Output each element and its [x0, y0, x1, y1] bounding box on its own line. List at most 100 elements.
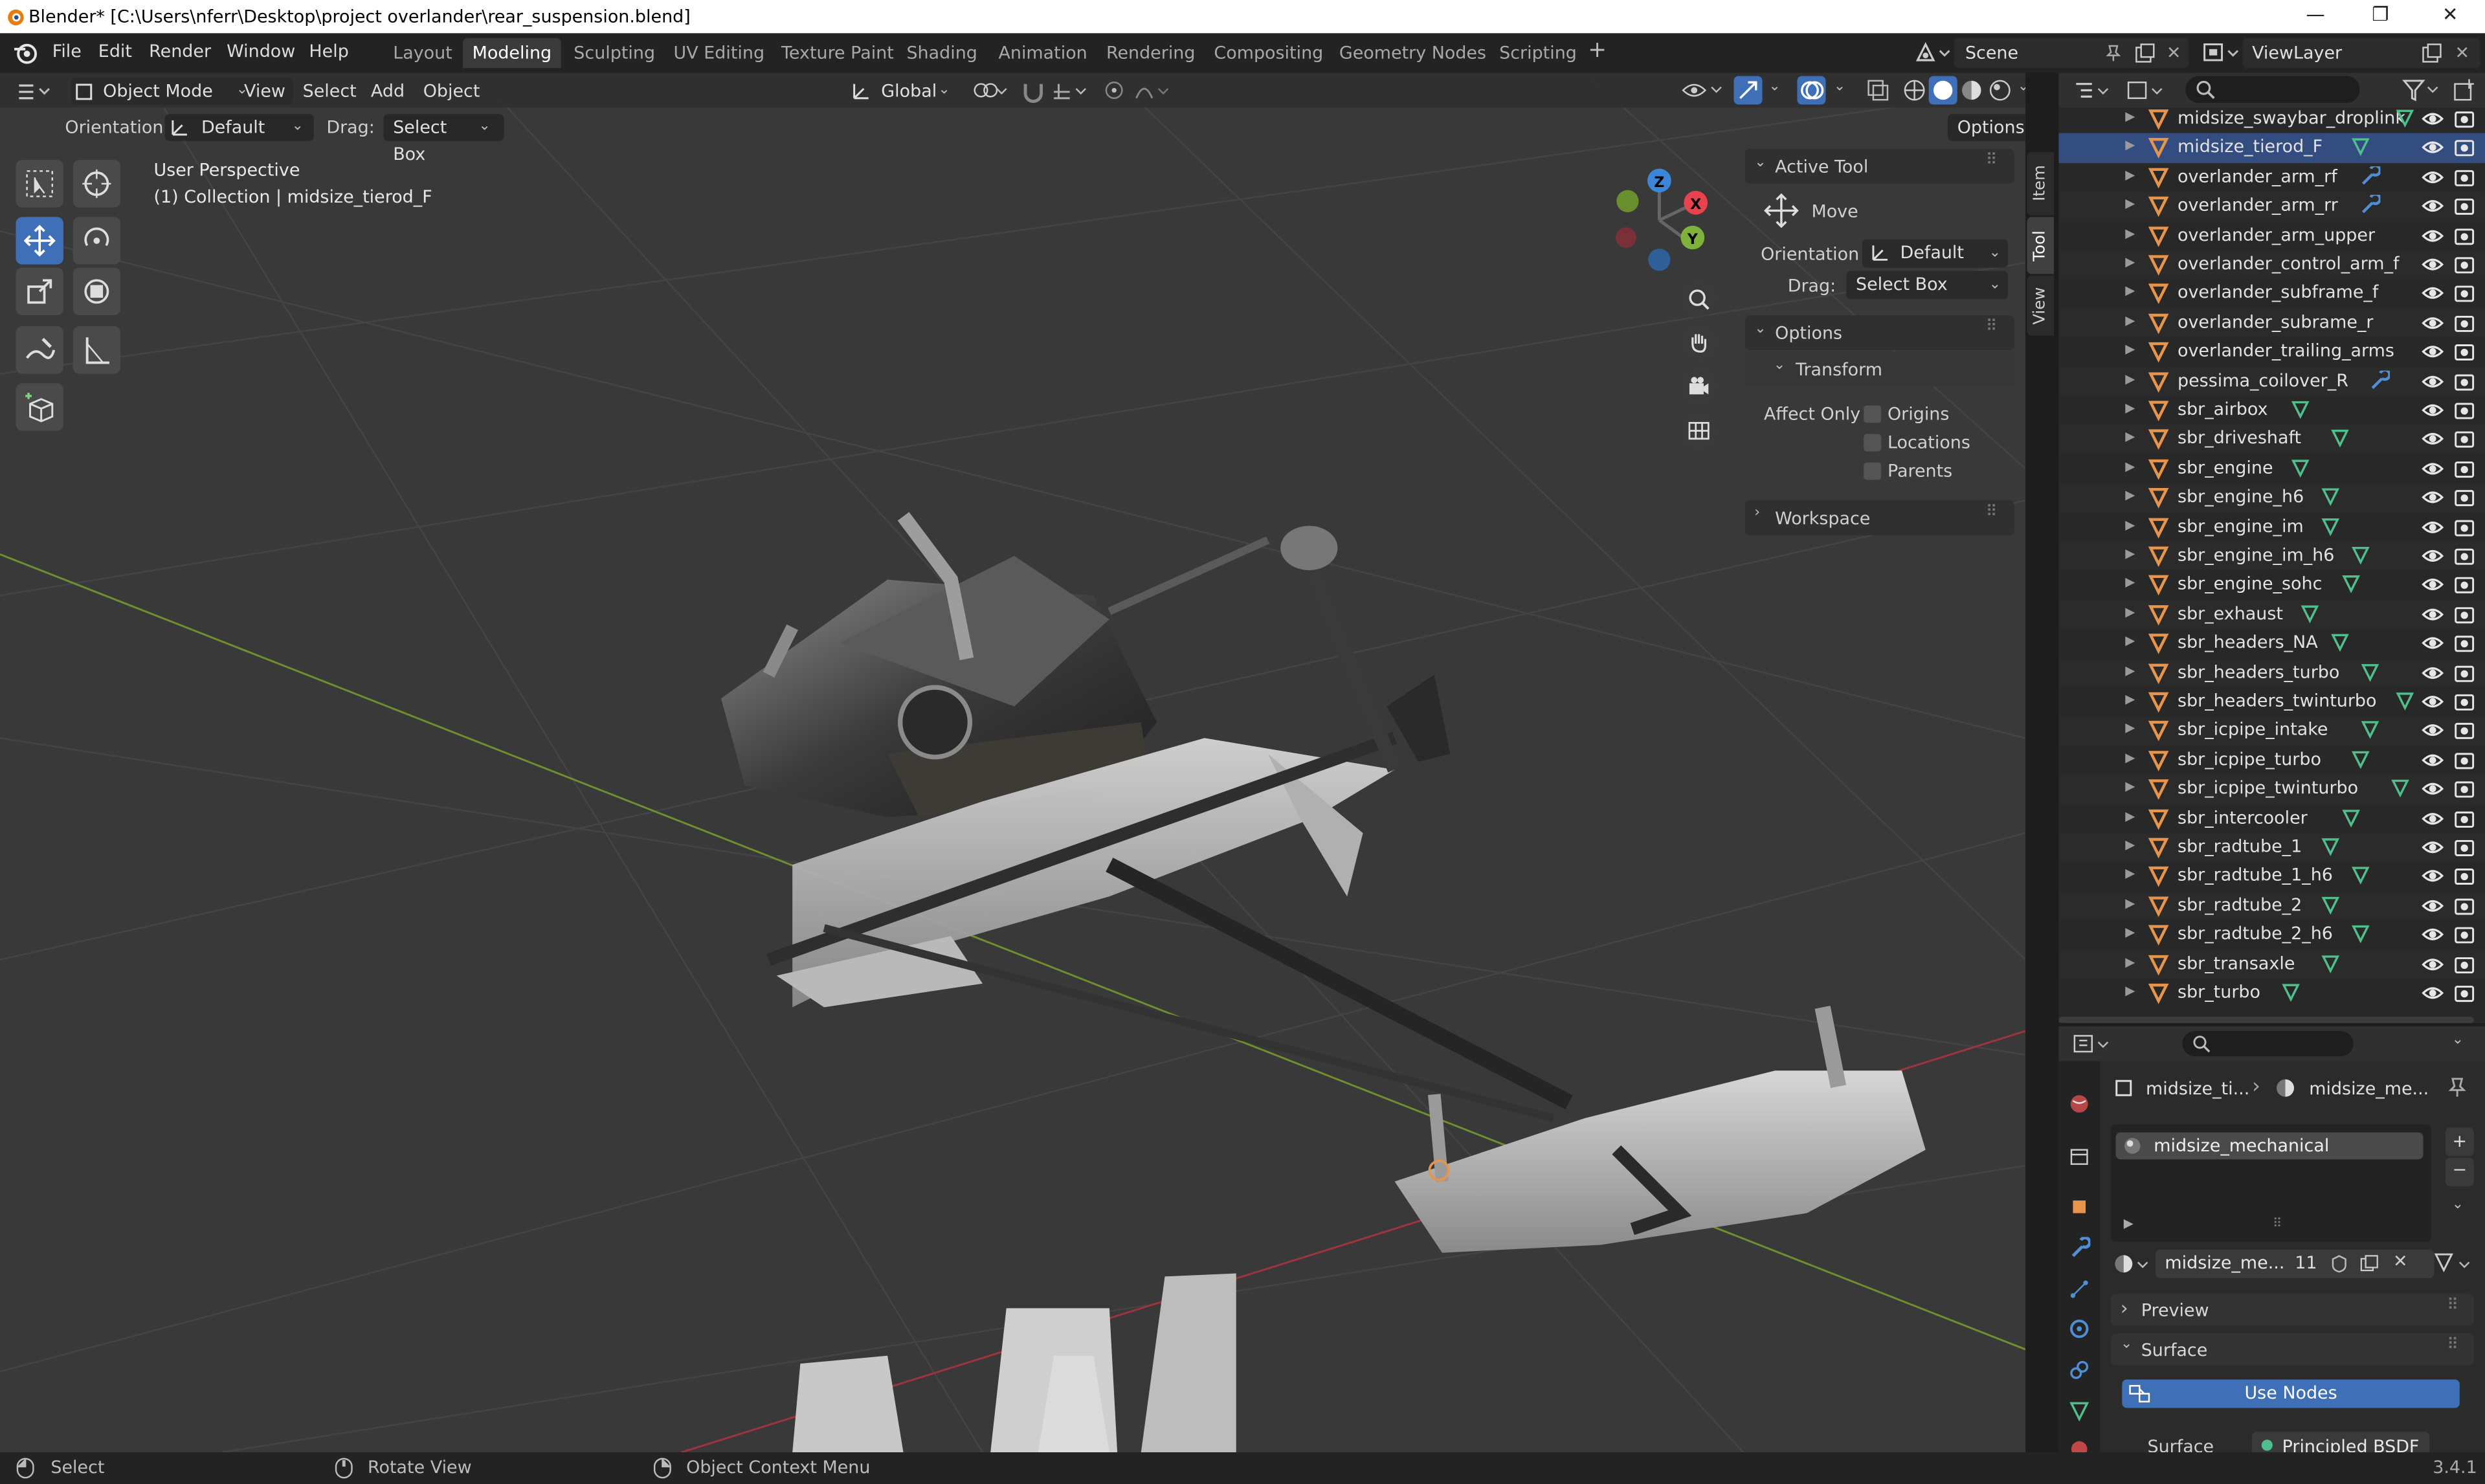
surface-shader-field[interactable]: Principled BSDF — [2252, 1432, 2430, 1453]
scene-selector-icon[interactable] — [1915, 41, 1953, 65]
tab-item[interactable]: Item — [2027, 151, 2055, 216]
eye-icon[interactable] — [2422, 137, 2444, 159]
expand-toggle-icon[interactable]: ▶ — [2125, 984, 2135, 998]
blender-menu-icon[interactable] — [13, 41, 38, 65]
tab-tool[interactable]: Tool — [2027, 217, 2055, 274]
expand-toggle-icon[interactable]: ▶ — [2125, 109, 2135, 124]
outliner-scrollbar[interactable] — [2058, 1017, 2474, 1023]
tab-data[interactable] — [2065, 1397, 2093, 1425]
expand-toggle-icon[interactable]: ▶ — [2125, 517, 2135, 531]
rendered-shading-icon[interactable] — [1987, 78, 2012, 103]
snap-target-icon[interactable] — [1051, 79, 1092, 103]
snap-toggle-icon[interactable] — [1021, 78, 1046, 104]
rear-subframe-model[interactable] — [1394, 1006, 1926, 1253]
outliner-row[interactable]: ▶ sbr_engine — [2058, 454, 2485, 483]
render-camera-icon[interactable] — [2453, 399, 2475, 421]
eye-icon[interactable] — [2422, 195, 2444, 217]
workspace-header[interactable]: › Workspace ⠿ — [1744, 500, 2014, 536]
expand-toggle-icon[interactable]: ▶ — [2125, 838, 2135, 852]
outliner-row[interactable]: ▶ sbr_radtube_1_h6 — [2058, 862, 2485, 891]
properties-editor-icon[interactable] — [2073, 1033, 2114, 1057]
render-camera-icon[interactable] — [2453, 283, 2475, 305]
surface-panel-header[interactable]: ⌄ Surface ⠿ — [2111, 1333, 2474, 1366]
eye-icon[interactable] — [2422, 691, 2444, 713]
mesh-data-icon[interactable] — [2350, 924, 2370, 944]
mesh-data-icon[interactable] — [2360, 720, 2381, 740]
expand-toggle-icon[interactable]: ▶ — [2125, 313, 2135, 327]
use-nodes-button[interactable]: Use Nodes — [2122, 1379, 2460, 1408]
menu-object[interactable]: Object — [423, 78, 480, 105]
expand-toggle-icon[interactable]: ▶ — [2125, 488, 2135, 502]
new-view-layer-icon[interactable] — [2422, 43, 2442, 63]
outliner-row[interactable]: ▶ overlander_arm_rr — [2058, 192, 2485, 221]
headers-model[interactable] — [792, 1273, 1236, 1453]
eye-icon[interactable] — [2422, 254, 2444, 276]
eye-icon[interactable] — [2422, 894, 2444, 916]
render-camera-icon[interactable] — [2453, 807, 2475, 829]
render-camera-icon[interactable] — [2453, 749, 2475, 771]
render-camera-icon[interactable] — [2453, 953, 2475, 975]
link-type-icon[interactable] — [2433, 1251, 2477, 1276]
render-camera-icon[interactable] — [2453, 545, 2475, 567]
expand-toggle-icon[interactable]: ▶ — [2125, 226, 2135, 240]
mesh-data-icon[interactable] — [2350, 749, 2370, 770]
eye-icon[interactable] — [2422, 225, 2444, 247]
outliner-item-name[interactable]: sbr_intercooler — [2178, 807, 2308, 828]
outliner-row[interactable]: ▶ sbr_driveshaft — [2058, 425, 2485, 454]
filter-icon[interactable] — [2401, 78, 2442, 103]
duplicate-material-icon[interactable] — [2360, 1254, 2379, 1273]
camera-view-button[interactable] — [1680, 367, 1719, 406]
mesh-data-icon[interactable] — [2340, 807, 2361, 828]
outliner-row[interactable]: ▶ overlander_subrame_r — [2058, 308, 2485, 338]
material-preview-icon[interactable] — [1959, 78, 1984, 103]
expand-toggle-icon[interactable]: ▶ — [2125, 371, 2135, 386]
proportional-falloff-icon[interactable] — [1133, 79, 1175, 103]
render-camera-icon[interactable] — [2453, 691, 2475, 713]
3d-viewport[interactable]: Object Mode ⌄ View Select Add Object Glo… — [0, 72, 2025, 1453]
expand-toggle-icon[interactable]: ▶ — [2125, 284, 2135, 298]
outliner-row[interactable]: ▶ sbr_headers_turbo — [2058, 658, 2485, 688]
tab-modifiers[interactable] — [2065, 1234, 2093, 1262]
outliner-row[interactable]: ▶ sbr_headers_twinturbo — [2058, 687, 2485, 716]
overlays-toggle-button[interactable] — [1797, 76, 1826, 105]
xray-toggle-icon[interactable] — [1866, 78, 1891, 103]
npanel-orientation-dropdown[interactable]: Default ⌄ — [1862, 239, 2009, 268]
add-cube-tool[interactable] — [16, 383, 63, 431]
eye-icon[interactable] — [2422, 632, 2444, 654]
material-slot-item[interactable]: midsize_mechanical — [2115, 1132, 2424, 1160]
transform-tool[interactable] — [72, 267, 121, 315]
eye-icon[interactable] — [2422, 312, 2444, 334]
tab-compositing[interactable]: Compositing — [1205, 38, 1333, 68]
minimize-button[interactable]: — — [2291, 3, 2339, 25]
outliner-item-name[interactable]: overlander_trailing_arms — [2178, 341, 2394, 362]
scene-field[interactable]: Scene ✕ — [1954, 38, 2189, 69]
scale-tool[interactable] — [16, 267, 63, 315]
render-camera-icon[interactable] — [2453, 778, 2475, 800]
outliner-item-name[interactable]: sbr_radtube_1_h6 — [2178, 865, 2333, 886]
drag-handle-icon[interactable]: ⠿ — [1986, 318, 1998, 336]
outliner-row[interactable]: ▶ overlander_control_arm_f — [2058, 250, 2485, 280]
render-camera-icon[interactable] — [2453, 632, 2475, 654]
mesh-data-icon[interactable] — [2350, 545, 2370, 566]
outliner-item-name[interactable]: midsize_tierod_F — [2178, 137, 2323, 157]
eye-icon[interactable] — [2422, 574, 2444, 596]
render-camera-icon[interactable] — [2453, 603, 2475, 625]
locations-checkbox[interactable] — [1864, 434, 1882, 452]
render-camera-icon[interactable] — [2453, 341, 2475, 363]
transform-subheader[interactable]: ⌄ Transform — [1744, 351, 2014, 387]
mesh-data-icon[interactable] — [2394, 691, 2415, 711]
outliner-item-name[interactable]: sbr_icpipe_turbo — [2178, 749, 2321, 770]
outliner-item-name[interactable]: sbr_engine_sohc — [2178, 574, 2322, 595]
expand-toggle-icon[interactable]: ▶ — [2125, 896, 2135, 911]
eye-icon[interactable] — [2422, 778, 2444, 800]
pivot-point-icon[interactable] — [972, 79, 1010, 103]
menu-view[interactable]: View — [244, 78, 285, 105]
orientation-dropdown[interactable]: Default ⌄ — [164, 114, 314, 141]
material-datablock-field[interactable]: midsize_me... 11 ✕ — [2155, 1249, 2435, 1278]
tab-shading[interactable]: Shading — [897, 38, 987, 68]
tab-uv-editing[interactable]: UV Editing — [664, 38, 774, 68]
mesh-data-icon[interactable] — [2290, 399, 2311, 420]
render-camera-icon[interactable] — [2453, 894, 2475, 916]
tab-modeling[interactable]: Modeling — [462, 38, 561, 69]
expand-toggle-icon[interactable]: ▶ — [2125, 604, 2135, 619]
